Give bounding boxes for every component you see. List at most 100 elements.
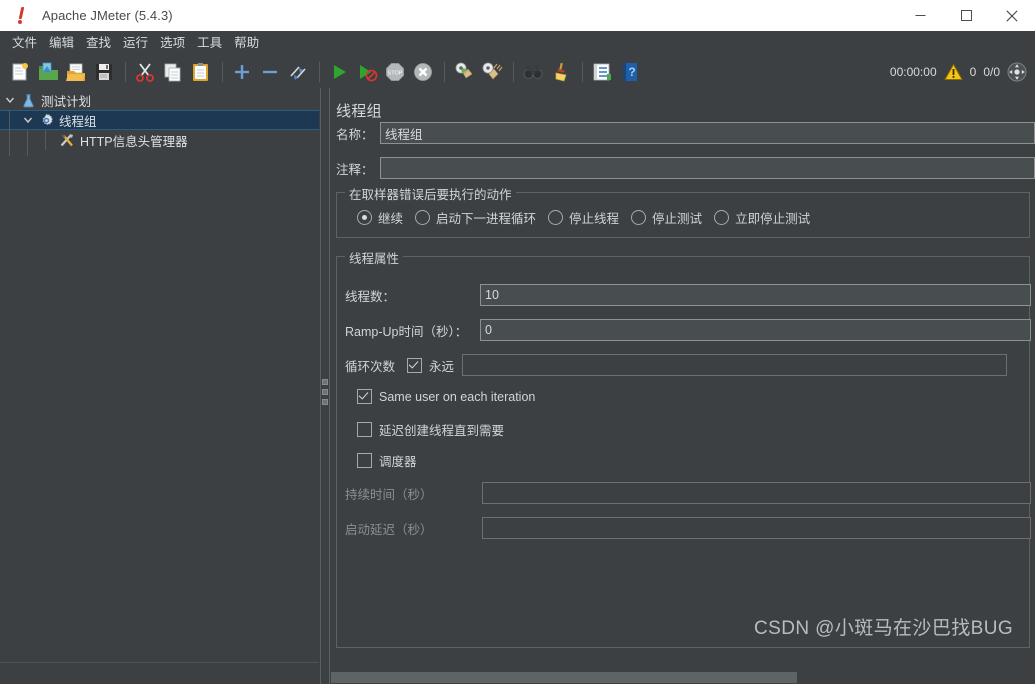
comment-field-label: 注释： — [336, 162, 374, 177]
tree-guide-line — [9, 110, 10, 156]
start-no-pauses-icon[interactable] — [354, 59, 380, 85]
paste-icon[interactable] — [188, 59, 214, 85]
menu-help[interactable]: 帮助 — [228, 33, 265, 53]
menu-edit[interactable]: 编辑 — [43, 33, 80, 53]
tree-node-test-plan[interactable]: 测试计划 — [0, 90, 319, 110]
menu-run[interactable]: 运行 — [117, 33, 154, 53]
test-plan-icon — [18, 90, 38, 110]
error-count: 0 — [969, 64, 977, 79]
radio-mark-icon — [631, 210, 647, 225]
svg-text:STOP: STOP — [388, 70, 403, 76]
name-field-label: 名称： — [336, 127, 374, 142]
name-input[interactable]: 线程组 — [380, 122, 1035, 144]
forever-checkbox[interactable]: 永远 — [407, 356, 454, 375]
search-icon[interactable] — [520, 59, 546, 85]
name-field-row: 名称： 线程组 — [336, 122, 1035, 144]
loop-count-row: 循环次数 永远 — [345, 354, 1031, 376]
reset-search-icon[interactable] — [548, 59, 574, 85]
radio-stop-test-now-label: 立即停止测试 — [735, 212, 811, 226]
menu-search[interactable]: 查找 — [80, 33, 117, 53]
radio-mark-icon — [548, 210, 564, 225]
comment-field-row: 注释： — [336, 157, 1035, 179]
test-plan-tree[interactable]: 测试计划 线程组 HTTP信息头管理器 — [0, 88, 319, 662]
page-title: 线程组 — [336, 103, 382, 120]
remote-status-icon[interactable] — [1007, 62, 1027, 82]
toolbar-separator — [222, 61, 223, 82]
chevron-down-icon[interactable] — [2, 90, 18, 110]
copy-icon[interactable] — [160, 59, 186, 85]
main-panel-hscrollbar-thumb[interactable] — [331, 672, 797, 683]
help-icon[interactable]: ? — [617, 59, 643, 85]
radio-stop-thread[interactable]: 停止线程 — [548, 208, 619, 227]
elapsed-time: 00:00:00 — [889, 64, 937, 79]
chevron-down-icon[interactable] — [20, 110, 36, 130]
cut-icon[interactable] — [132, 59, 158, 85]
expand-all-icon[interactable] — [229, 59, 255, 85]
startup-delay-row: 启动延迟（秒） — [345, 517, 1031, 539]
templates-icon[interactable] — [35, 59, 61, 85]
error-action-group-title: 在取样器错误后要执行的动作 — [345, 184, 516, 203]
jmeter-window: Apache JMeter (5.4.3) 文件 编辑 查找 运行 选项 工具 … — [0, 0, 1035, 684]
duration-input — [482, 482, 1031, 504]
split-divider-line — [329, 88, 330, 684]
comment-input[interactable] — [380, 157, 1035, 179]
tree-guide-line — [27, 130, 28, 156]
tree-node-thread-group-label: 线程组 — [59, 114, 97, 129]
split-divider-line — [320, 88, 321, 684]
shutdown-icon[interactable] — [410, 59, 436, 85]
tree-node-test-plan-label: 测试计划 — [41, 94, 92, 109]
new-test-plan-icon[interactable] — [7, 59, 33, 85]
radio-stop-test-now[interactable]: 立即停止测试 — [714, 208, 810, 227]
duration-row: 持续时间（秒） — [345, 482, 1031, 504]
watermark-text: CSDN @小斑马在沙巴找BUG — [754, 618, 1013, 639]
loop-count-label: 循环次数 — [345, 359, 396, 374]
radio-start-next-loop[interactable]: 启动下一进程循环 — [415, 208, 536, 227]
split-divider[interactable] — [319, 88, 331, 684]
tree-node-http-header-manager[interactable]: HTTP信息头管理器 — [0, 130, 319, 150]
function-helper-icon[interactable] — [589, 59, 615, 85]
delayed-start-checkbox[interactable]: 延迟创建线程直到需要 — [357, 420, 504, 439]
clear-icon[interactable] — [451, 59, 477, 85]
same-user-checkbox[interactable]: Same user on each iteration — [357, 389, 535, 404]
clear-all-icon[interactable] — [479, 59, 505, 85]
svg-text:?: ? — [628, 65, 635, 79]
radio-start-next-loop-label: 启动下一进程循环 — [436, 212, 537, 226]
stop-icon[interactable]: STOP — [382, 59, 408, 85]
thread-count-row: 线程数： 10 — [345, 284, 1031, 306]
toggle-icon[interactable] — [285, 59, 311, 85]
save-icon[interactable] — [91, 59, 117, 85]
split-divider-grip[interactable] — [322, 379, 328, 405]
collapse-all-icon[interactable] — [257, 59, 283, 85]
scheduler-checkbox[interactable]: 调度器 — [357, 451, 417, 470]
start-icon[interactable] — [326, 59, 352, 85]
radio-mark-icon — [415, 210, 431, 225]
menu-tools[interactable]: 工具 — [191, 33, 228, 53]
loop-count-input — [462, 354, 1008, 376]
menu-options[interactable]: 选项 — [154, 33, 191, 53]
toolbar: STOP ? 00:00:00 0 0/0 — [0, 55, 1035, 88]
left-panel-bottom-strip — [0, 662, 319, 684]
error-action-radio-group: 继续 启动下一进程循环 停止线程 停止测试 立即停止测试 — [357, 208, 822, 227]
thread-count: 0/0 — [983, 64, 1000, 79]
ramp-up-input[interactable]: 0 — [480, 319, 1031, 341]
tree-node-thread-group[interactable]: 线程组 — [0, 110, 319, 130]
warning-triangle-icon[interactable] — [943, 62, 963, 81]
maximize-button[interactable] — [943, 0, 989, 31]
minimize-button[interactable] — [897, 0, 943, 31]
main-panel-hscrollbar[interactable] — [331, 670, 1035, 684]
startup-delay-label: 启动延迟（秒） — [345, 522, 433, 537]
radio-mark-icon — [714, 210, 730, 225]
menu-file[interactable]: 文件 — [6, 33, 43, 53]
radio-stop-thread-label: 停止线程 — [569, 212, 620, 226]
toolbar-separator — [582, 61, 583, 82]
duration-label: 持续时间（秒） — [345, 487, 433, 502]
ramp-up-label: Ramp-Up时间（秒）： — [345, 324, 468, 339]
thread-group-config-panel: 线程组 名称： 线程组 注释： 在取样器错误后要执行的动作 继续 启动下一进程循… — [331, 88, 1035, 662]
open-icon[interactable] — [63, 59, 89, 85]
tree-guide-line — [45, 130, 46, 150]
thread-count-input[interactable]: 10 — [480, 284, 1031, 306]
forever-label: 永远 — [429, 359, 455, 374]
radio-stop-test[interactable]: 停止测试 — [631, 208, 702, 227]
close-button[interactable] — [989, 0, 1035, 31]
radio-continue[interactable]: 继续 — [357, 208, 403, 227]
